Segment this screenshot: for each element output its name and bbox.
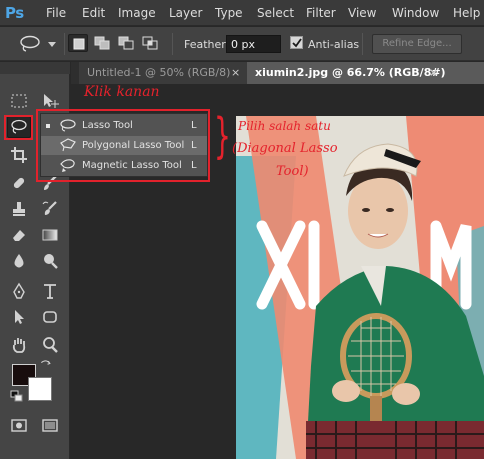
menu-image[interactable]: Image [118,6,156,20]
swap-arrows-icon [41,360,51,365]
type-tool[interactable] [38,280,62,302]
document-tabs: Untitled-1 @ 50% (RGB/8) × xiumin2.jpg @… [71,62,484,84]
water-drop-icon [14,254,24,268]
tab-xiumin2[interactable]: xiumin2.jpg @ 66.7% (RGB/8#) × [247,62,484,84]
crop-icon [11,147,27,163]
gradient-icon [42,229,58,241]
subtract-from-selection-button[interactable] [116,34,136,52]
arrow-select-icon [15,310,24,324]
menu-help[interactable]: Help [453,6,480,20]
antialias-checkbox[interactable] [290,36,303,49]
menu-edit[interactable]: Edit [82,6,105,20]
quick-mask-button[interactable] [7,414,31,436]
add-to-selection-icon [94,36,110,50]
shape-tool[interactable] [38,306,62,328]
lasso-icon [20,35,40,52]
tools-panel-grip[interactable] [0,62,70,74]
menu-filter[interactable]: Filter [306,6,336,20]
annotation-right-click: Klik kanan [84,84,160,100]
menu-window[interactable]: Window [392,6,439,20]
tab-untitled-1[interactable]: Untitled-1 @ 50% (RGB/8) × [79,62,247,84]
close-icon[interactable]: × [429,66,438,79]
feather-input[interactable]: 0 px [226,35,281,53]
hand-tool[interactable] [7,334,31,356]
stamp-icon [13,202,25,216]
tab-label: Untitled-1 @ 50% (RGB/8) [87,66,231,79]
subtract-from-selection-icon [118,36,134,50]
menu-layer[interactable]: Layer [169,6,202,20]
photoshop-logo: Ps [5,4,24,22]
new-selection-button[interactable] [68,34,88,52]
background-color-swatch[interactable] [28,377,52,401]
hand-icon [12,338,26,353]
pen-tool[interactable] [7,280,31,302]
annotation-tool-highlight [4,115,33,140]
move-icon [44,94,59,108]
refine-edge-button[interactable]: Refine Edge... [372,34,462,54]
bandage-icon [13,177,25,189]
photo-illustration [236,116,484,459]
menu-view[interactable]: View [348,6,376,20]
eraser-icon [13,230,25,241]
default-colors-icon [10,390,23,402]
intersect-selection-button[interactable] [140,34,160,52]
type-icon [44,284,56,299]
crop-tool[interactable] [7,144,31,166]
clone-stamp-tool[interactable] [7,198,31,220]
annotation-choice-line1: (Diagonal Lasso [232,141,338,156]
menu-bar: Ps File Edit Image Layer Type Select Fil… [0,0,484,26]
options-divider [64,33,65,55]
pen-icon [13,282,25,299]
rounded-rectangle-icon [43,311,57,323]
document-photo [236,116,484,459]
default-colors-button[interactable] [10,390,24,402]
feather-label: Feather: [184,38,230,51]
zoom-tool[interactable] [38,334,62,356]
intersect-selection-icon [142,36,158,50]
menu-file[interactable]: File [46,6,66,20]
annotation-choice-line2: Tool) [276,164,309,179]
chevron-down-icon [48,42,56,47]
options-divider [362,33,363,55]
tool-preset-picker[interactable] [14,34,60,54]
eraser-tool[interactable] [7,224,31,246]
options-divider [172,33,173,55]
add-to-selection-button[interactable] [92,34,112,52]
quick-mask-icon [11,419,27,432]
tab-label: xiumin2.jpg @ 66.7% (RGB/8#) [255,66,446,79]
screen-mode-icon [42,419,58,432]
path-selection-tool[interactable] [7,306,31,328]
annotation-menu-highlight [36,109,210,182]
options-bar: Feather: 0 px Anti-alias Refine Edge... [0,27,484,61]
menu-select[interactable]: Select [257,6,294,20]
history-brush-icon [42,201,57,215]
blur-tool[interactable] [7,250,31,272]
magnifier-dodge-icon [44,254,58,269]
healing-brush-tool[interactable] [7,172,31,194]
new-selection-icon [73,38,85,50]
close-icon[interactable]: × [231,66,240,79]
annotation-choose-one: Pilih salah satu [238,119,331,133]
screen-mode-button[interactable] [38,414,62,436]
swap-colors-button[interactable] [38,358,54,372]
rectangular-marquee-icon [11,94,27,108]
marquee-tool[interactable] [7,90,31,112]
history-brush-tool[interactable] [38,198,62,220]
annotation-brace: } [214,108,231,164]
antialias-label: Anti-alias [308,38,360,51]
menu-type[interactable]: Type [215,6,243,20]
dodge-tool[interactable] [38,250,62,272]
checkmark-icon [292,38,302,48]
gradient-tool[interactable] [38,224,62,246]
magnifier-icon [43,337,58,353]
